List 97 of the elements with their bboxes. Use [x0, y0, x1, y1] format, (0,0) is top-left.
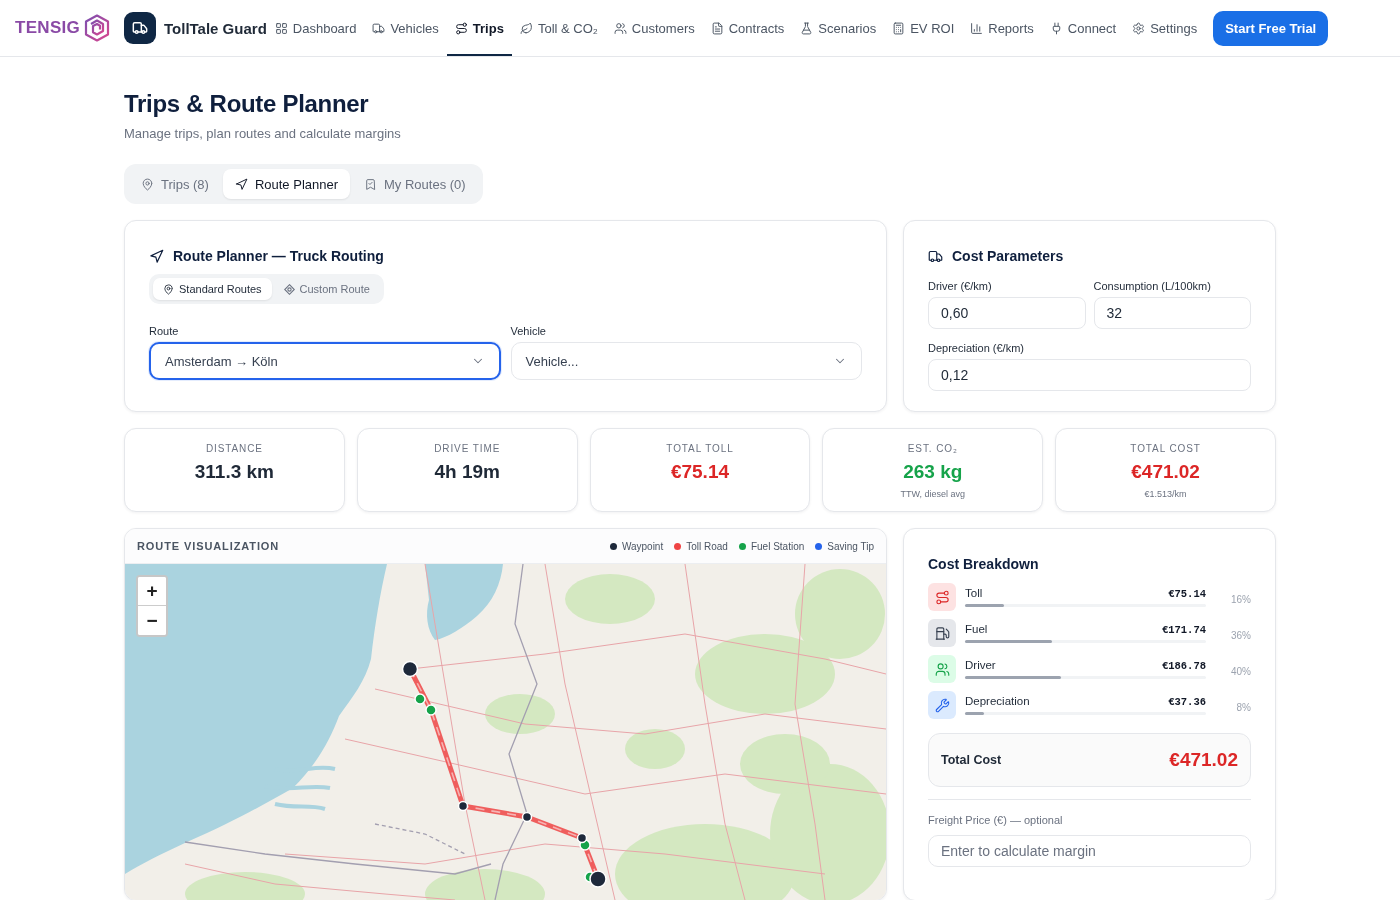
total-value: €471.02	[1169, 749, 1238, 771]
tab[interactable]: Trips (8)	[129, 169, 221, 199]
nav-link[interactable]: Reports	[962, 0, 1042, 56]
waypoint-marker[interactable]	[457, 800, 469, 812]
mode-tab[interactable]: Custom Route	[273, 278, 380, 300]
waypoint-marker[interactable]	[576, 832, 588, 844]
section-title: ROUTE VISUALIZATION	[137, 540, 280, 552]
stat-note: TTW, diesel avg	[900, 489, 966, 500]
stat-label: TOTAL COST	[1130, 443, 1201, 455]
fuel-station-marker[interactable]	[414, 693, 426, 705]
nav-link[interactable]: Trips	[446, 0, 512, 56]
grid-icon	[274, 21, 288, 35]
nav-link[interactable]: Customers	[605, 0, 703, 56]
stat-label: EST. CO₂	[907, 443, 958, 455]
bar-chart-icon	[970, 21, 984, 35]
cost-share-percent: 16%	[1230, 592, 1251, 605]
tab[interactable]: My Routes (0)	[352, 169, 478, 199]
cost-amount: €171.74	[1161, 624, 1206, 636]
field-label: Depreciation (€/km)	[928, 341, 1025, 355]
page-title: Trips & Route Planner	[124, 89, 370, 119]
legend-label: Fuel Station	[750, 540, 805, 552]
hexagon-logo-icon	[84, 14, 111, 42]
diamond-target-icon	[283, 283, 295, 295]
bookmark-check-icon	[364, 177, 378, 191]
field-label: Driver (€/km)	[928, 279, 993, 293]
field-label: Freight Price (€) — optional	[928, 814, 1064, 826]
stat-value: 263 kg	[903, 460, 963, 484]
nav-link[interactable]: Settings	[1124, 0, 1206, 56]
fuel-pump-icon	[928, 619, 956, 647]
cost-name: Toll	[965, 587, 983, 599]
waypoint-marker[interactable]	[521, 811, 533, 823]
nav-link[interactable]: EV ROI	[884, 0, 963, 56]
route-icon	[928, 583, 956, 611]
settings-icon	[1132, 21, 1146, 35]
document-icon	[710, 21, 724, 35]
cost-amount: €37.36	[1168, 696, 1206, 708]
tab[interactable]: Route Planner	[222, 169, 351, 199]
nav-link[interactable]: Scenarios	[792, 0, 885, 56]
dropdown-select[interactable]: Vehicle...	[510, 342, 862, 380]
stat-label: DRIVE TIME	[434, 443, 501, 455]
waypoint-marker[interactable]	[589, 870, 607, 888]
legend-label: Toll Road	[686, 540, 728, 552]
users-icon	[928, 655, 956, 683]
nav-link[interactable]: Dashboard	[266, 0, 365, 56]
dropdown-select[interactable]: Amsterdam → Köln	[149, 342, 501, 380]
nav-link[interactable]: Connect	[1041, 0, 1125, 56]
navigation-arrow-icon	[234, 177, 248, 191]
calculator-icon	[892, 21, 906, 35]
start-trial-button[interactable]: Start Free Trial	[1213, 10, 1329, 46]
stat-value: 311.3 km	[194, 460, 274, 484]
cost-name: Fuel	[965, 623, 988, 635]
flask-icon	[800, 21, 814, 35]
nav-link[interactable]: Vehicles	[364, 0, 447, 56]
total-label: Total Cost	[941, 753, 1002, 767]
stat-value: €471.02	[1131, 460, 1200, 484]
stat-value: 4h 19m	[434, 460, 500, 484]
truck-icon	[372, 21, 386, 35]
app-title: TollTale Guard	[164, 19, 267, 37]
users-icon	[613, 21, 627, 35]
nav-link[interactable]: Toll & CO₂	[511, 0, 606, 56]
navigation-arrow-icon	[149, 248, 164, 264]
field-label: Consumption (L/100km)	[1093, 279, 1212, 293]
cost-amount: €186.78	[1161, 660, 1206, 672]
wrench-icon	[928, 691, 956, 719]
freight-price-input[interactable]: Enter to calculate margin	[928, 835, 1251, 867]
stat-note: €1.513/km	[1144, 489, 1187, 500]
truck-icon	[124, 12, 156, 44]
number-input[interactable]: 0,60	[928, 297, 1086, 329]
legend-label: Waypoint	[621, 540, 664, 552]
leaf-icon	[519, 21, 533, 35]
legend-label: Saving Tip	[827, 540, 874, 552]
stat-value: €75.14	[670, 460, 730, 484]
truck-icon	[928, 248, 943, 264]
pin-icon	[163, 283, 174, 295]
pin-icon	[141, 177, 154, 191]
page-subtitle: Manage trips, plan routes and calculate margins	[124, 125, 402, 143]
mode-tab[interactable]: Standard Routes	[153, 278, 272, 300]
zoom-in-button[interactable]: +	[138, 577, 166, 606]
cost-name: Depreciation	[965, 695, 1030, 707]
number-input[interactable]: 32	[1093, 297, 1251, 329]
nav-link[interactable]: Contracts	[702, 0, 793, 56]
cost-amount: €75.14	[1168, 588, 1206, 600]
card-title: Cost Parameters	[952, 247, 1064, 265]
stat-label: TOTAL TOLL	[666, 443, 734, 455]
field-label: Route	[149, 324, 180, 338]
cost-share-percent: 40%	[1230, 664, 1251, 677]
cost-share-percent: 8%	[1235, 700, 1251, 713]
route-icon	[454, 21, 468, 35]
fuel-station-marker[interactable]	[425, 704, 437, 716]
number-input[interactable]: 0,12	[928, 359, 1251, 391]
field-label: Vehicle	[510, 324, 547, 338]
logo-wordmark: TENSIG	[15, 18, 81, 38]
cost-name: Driver	[965, 659, 996, 671]
card-title: Route Planner — Truck Routing	[173, 247, 384, 265]
stat-label: DISTANCE	[205, 443, 263, 455]
cost-share-percent: 36%	[1230, 628, 1251, 641]
card-title: Cost Breakdown	[928, 556, 1039, 572]
